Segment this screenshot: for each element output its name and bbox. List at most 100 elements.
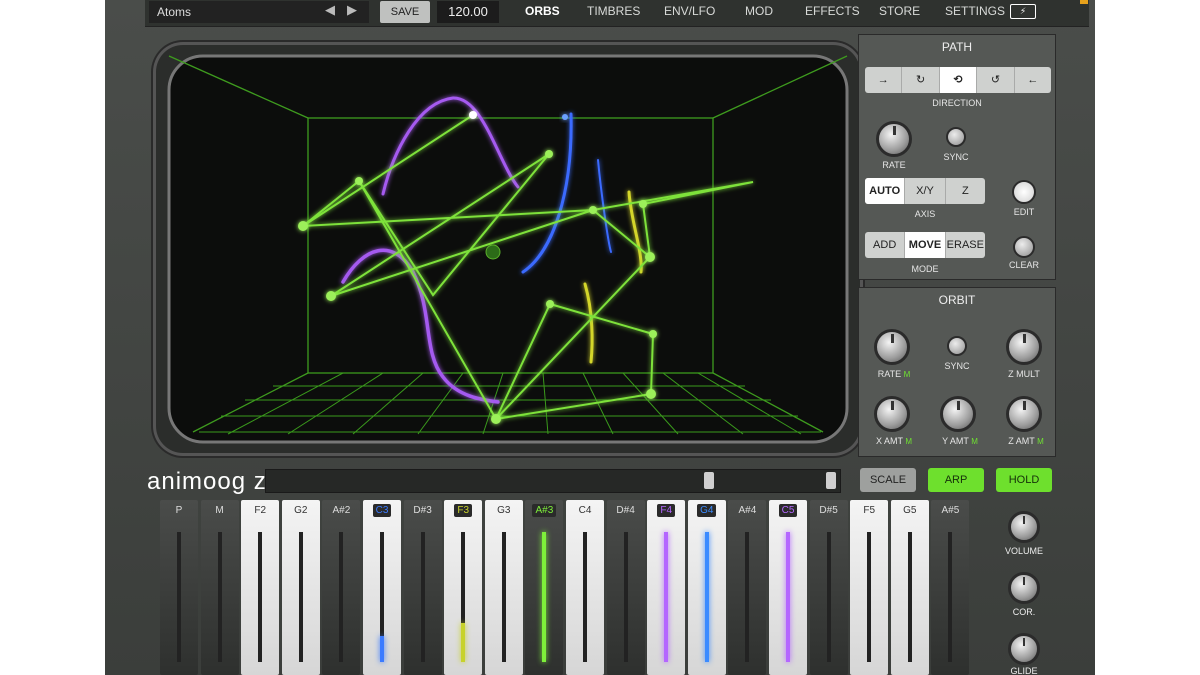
key-c4[interactable]: C4 [566,500,604,675]
save-button[interactable]: SAVE [380,1,430,23]
key-g5[interactable]: G5 [890,500,929,675]
key-label: M [215,505,224,516]
mode-erase[interactable]: ERASE [946,232,985,258]
tab-orbs[interactable]: ORBS [525,4,560,18]
axis-selector[interactable]: AUTO X/Y Z [865,178,985,204]
clear-button[interactable] [1013,236,1035,258]
key-label: G4 [688,504,726,517]
key-asharp5[interactable]: A#5 [931,500,970,675]
z-amt-knob[interactable] [1006,396,1042,432]
key-g3[interactable]: G3 [484,500,523,675]
axis-auto[interactable]: AUTO [865,178,906,204]
mode-add[interactable]: ADD [865,232,906,258]
key-pressure-groove [623,532,628,662]
prev-preset-icon[interactable]: ◀ [325,2,335,18]
key-f3[interactable]: F3 [444,500,483,675]
z-mult-knob[interactable] [1006,329,1042,365]
accent-strip [1080,0,1088,4]
key-p[interactable]: P [160,500,198,675]
tab-env-lfo[interactable]: ENV/LFO [664,4,715,18]
direction-label: DIRECTION [932,98,982,108]
preset-selector[interactable]: Atoms [149,1,369,23]
tab-effects[interactable]: EFFECTS [805,4,860,18]
key-asharp4[interactable]: A#4 [728,500,767,675]
key-dsharp3[interactable]: D#3 [403,500,442,675]
volume-knob[interactable] [1008,511,1040,543]
ribbon-handle-left[interactable] [704,472,714,489]
glide-knob[interactable] [1008,633,1040,665]
tab-store[interactable]: STORE [879,4,920,18]
key-label: A#3 [525,504,563,517]
key-f2[interactable]: F2 [241,500,280,675]
next-preset-icon[interactable]: ▶ [347,2,357,18]
orbit-rate-knob[interactable] [874,329,910,365]
tab-settings[interactable]: SETTINGS [945,4,1005,18]
mode-move[interactable]: MOVE [905,232,946,258]
direction-loop-forward-icon[interactable]: ↻ [902,67,940,93]
key-c3[interactable]: C3 [363,500,401,675]
key-f5[interactable]: F5 [850,500,889,675]
x-amt-label: X AMT M [875,436,913,446]
blue-orb [562,114,568,120]
center-orb [485,244,501,260]
key-c5[interactable]: C5 [769,500,807,675]
path-panel: PATH → ↻ ⟲ ↺ ← DIRECTION RATE SYNC AUTO … [858,34,1056,280]
key-pressure-fill [461,623,466,662]
x-amt-knob[interactable] [874,396,910,432]
arp-button[interactable]: ARP [928,468,984,492]
orbit-title: ORBIT [938,293,976,307]
key-pressure-fill [786,532,790,662]
edit-label: EDIT [1013,207,1035,217]
tempo-field[interactable]: 120.00 [437,1,499,23]
key-label: D#4 [616,505,635,516]
mode-selector[interactable]: ADD MOVE ERASE [865,232,985,258]
direction-loop-back-icon[interactable]: ↺ [977,67,1015,93]
path-sync-button[interactable] [946,127,966,147]
key-m[interactable]: M [200,500,239,675]
screen-bezel [167,54,849,444]
key-pressure-groove [907,532,912,662]
key-pressure-groove [583,532,587,662]
orb-3d-view[interactable] [153,42,863,456]
key-label: G3 [497,505,511,516]
key-pressure-groove [826,532,831,662]
key-asharp2[interactable]: A#2 [322,500,361,675]
path-title: PATH [941,40,973,54]
key-f4[interactable]: F4 [647,500,686,675]
orbit-panel: ORBIT RATE M SYNC Z MULT X AMT M Y AMT M… [858,287,1056,457]
direction-selector[interactable]: → ↻ ⟲ ↺ ← [865,67,1051,93]
path-rate-knob[interactable] [876,121,912,157]
direction-forward-icon[interactable]: → [865,67,903,93]
tab-mod[interactable]: MOD [745,4,773,18]
key-dsharp4[interactable]: D#4 [606,500,645,675]
pitch-ribbon[interactable] [265,469,841,493]
key-pressure-groove [948,532,953,662]
preset-name: Atoms [157,5,192,19]
key-label: A#4 [738,505,757,516]
scale-button[interactable]: SCALE [860,468,916,492]
key-label: C4 [578,505,592,516]
key-g4[interactable]: G4 [687,500,726,675]
orbit-sync-button[interactable] [947,336,967,356]
cor-knob[interactable] [1008,572,1040,604]
orb-screen[interactable] [153,42,863,456]
key-pressure-groove [339,532,344,662]
key-pressure-groove [258,532,263,662]
key-asharp3[interactable]: A#3 [525,500,564,675]
direction-backward-icon[interactable]: ← [1015,67,1051,93]
orbit-sync-label: SYNC [944,361,970,371]
axis-z[interactable]: Z [946,178,985,204]
ribbon-handle-right[interactable] [826,472,836,489]
key-label: C3 [363,504,401,517]
battery-icon: ⚡ [1010,4,1036,19]
axis-xy[interactable]: X/Y [905,178,946,204]
key-pressure-groove [745,532,750,662]
y-amt-knob[interactable] [940,396,976,432]
edit-button[interactable] [1012,180,1036,204]
key-dsharp5[interactable]: D#5 [809,500,848,675]
hold-button[interactable]: HOLD [996,468,1052,492]
key-label: D#5 [819,505,838,516]
key-g2[interactable]: G2 [281,500,320,675]
tab-timbres[interactable]: TIMBRES [587,4,640,18]
direction-pingpong-icon[interactable]: ⟲ [939,67,978,93]
